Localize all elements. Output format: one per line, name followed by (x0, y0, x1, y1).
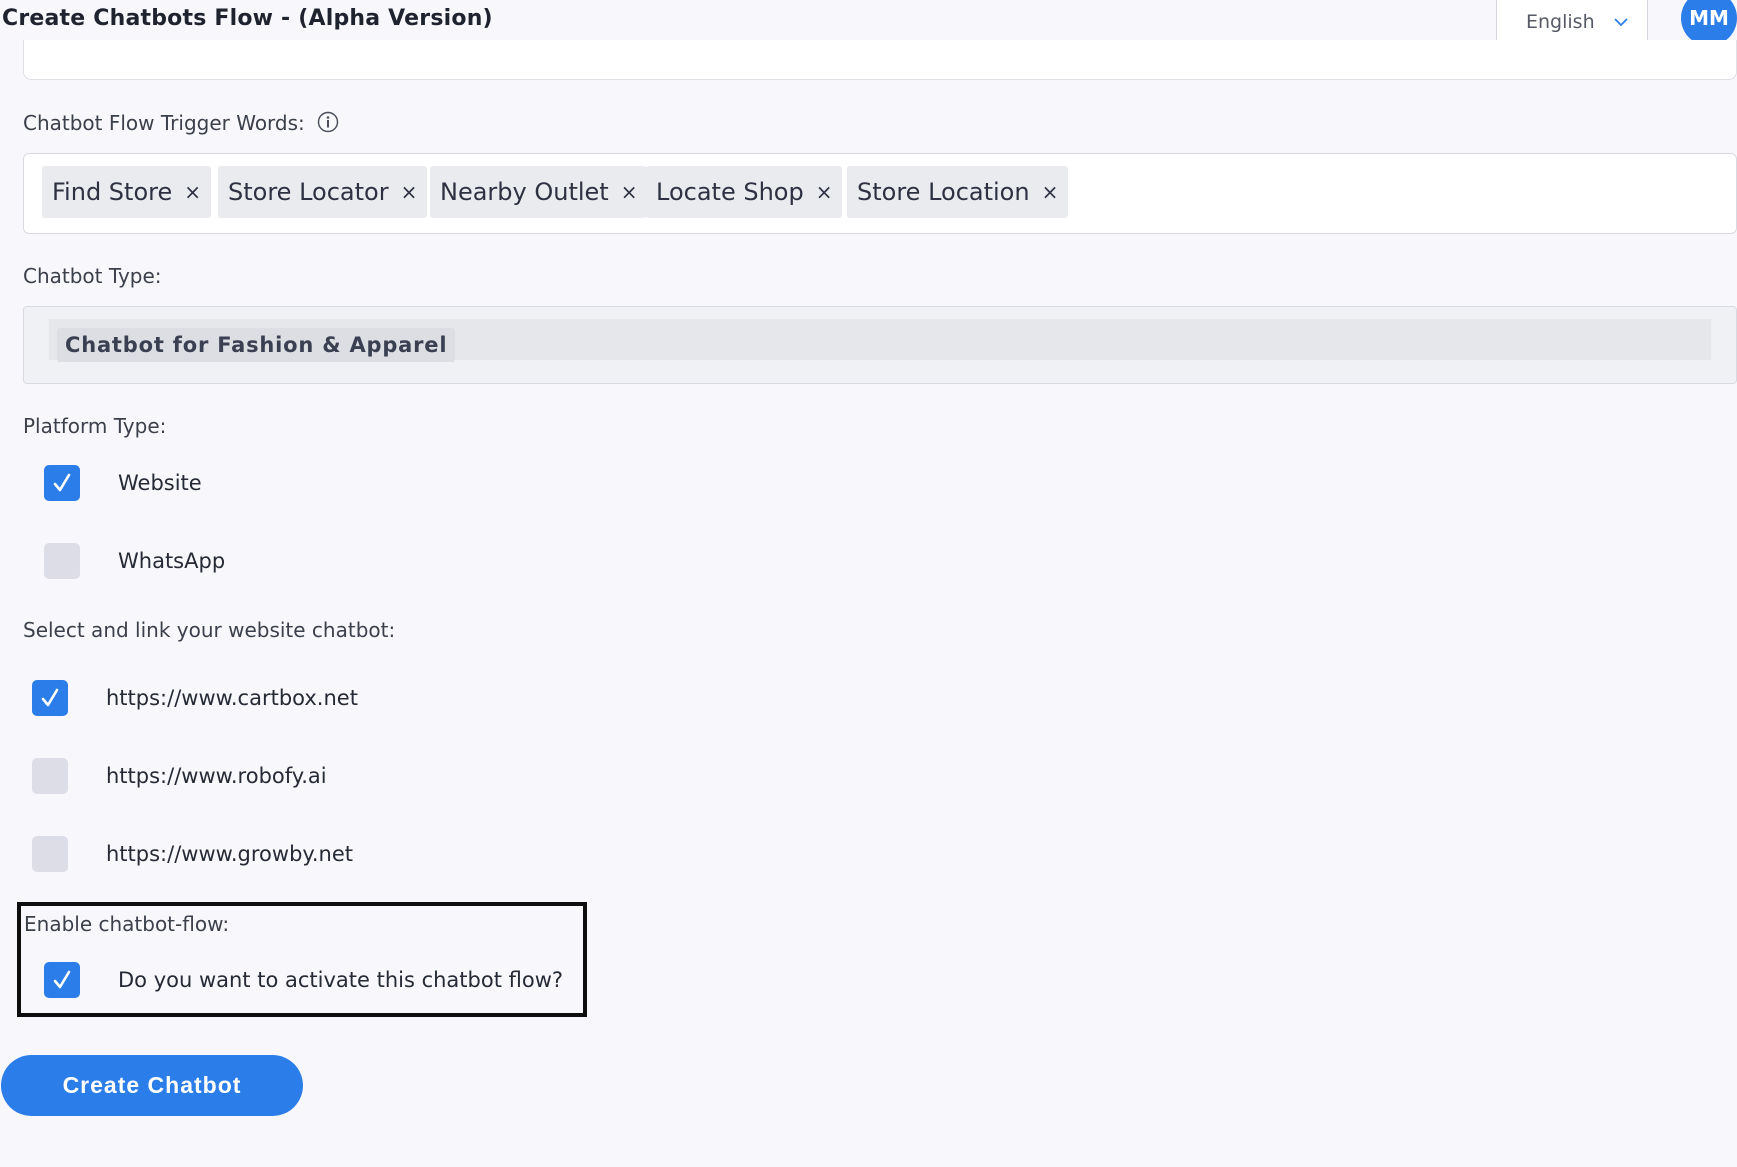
platform-type-label: Platform Type: (23, 414, 167, 438)
platform-website-checkbox[interactable] (44, 465, 80, 501)
info-icon[interactable] (317, 111, 339, 138)
website-cartbox-checkbox[interactable] (32, 680, 68, 716)
previous-field[interactable] (23, 40, 1737, 80)
chatbot-type-label: Chatbot Type: (23, 264, 162, 288)
trigger-tag: Store Locator × (218, 166, 428, 218)
website-growby-checkbox[interactable] (32, 836, 68, 872)
website-robofy-label: https://www.robofy.ai (106, 764, 327, 788)
remove-tag-icon[interactable]: × (401, 180, 418, 204)
checkmark-icon (53, 473, 71, 492)
page-title: Create Chatbots Flow - (Alpha Version) (2, 6, 493, 31)
create-chatbot-button[interactable]: Create Chatbot (1, 1055, 303, 1116)
trigger-tag-label: Store Locator (228, 178, 389, 206)
website-robofy-checkbox[interactable] (32, 758, 68, 794)
remove-tag-icon[interactable]: × (184, 180, 201, 204)
trigger-tag: Find Store × (42, 166, 211, 218)
trigger-tag: Store Location × (847, 166, 1069, 218)
trigger-tag-label: Find Store (52, 178, 173, 206)
remove-tag-icon[interactable]: × (816, 180, 833, 204)
website-link-label: Select and link your website chatbot: (23, 618, 396, 642)
website-growby-label: https://www.growby.net (106, 842, 353, 866)
remove-tag-icon[interactable]: × (621, 180, 638, 204)
platform-whatsapp-label: WhatsApp (118, 549, 226, 573)
trigger-tag-label: Nearby Outlet (440, 178, 609, 206)
language-select-value: English (1526, 11, 1595, 33)
chatbot-type-value: Chatbot for Fashion & Apparel (57, 328, 456, 362)
trigger-tag-label: Store Location (857, 178, 1030, 206)
trigger-tag: Locate Shop × (646, 166, 843, 218)
remove-tag-icon[interactable]: × (1042, 180, 1059, 204)
checkmark-icon (41, 688, 59, 707)
chevron-down-icon (1613, 11, 1629, 33)
trigger-tag-label: Locate Shop (656, 178, 804, 206)
trigger-tag: Nearby Outlet × (430, 166, 648, 218)
enable-flow-option-label: Do you want to activate this chatbot flo… (118, 968, 564, 992)
platform-whatsapp-checkbox[interactable] (44, 543, 80, 579)
checkmark-icon (53, 970, 71, 989)
trigger-words-label-text: Chatbot Flow Trigger Words: (23, 111, 305, 135)
enable-flow-label: Enable chatbot-flow: (24, 912, 230, 936)
website-cartbox-label: https://www.cartbox.net (106, 686, 358, 710)
enable-flow-checkbox[interactable] (44, 962, 80, 998)
trigger-words-label: Chatbot Flow Trigger Words: (23, 111, 339, 138)
platform-website-label: Website (118, 471, 202, 495)
